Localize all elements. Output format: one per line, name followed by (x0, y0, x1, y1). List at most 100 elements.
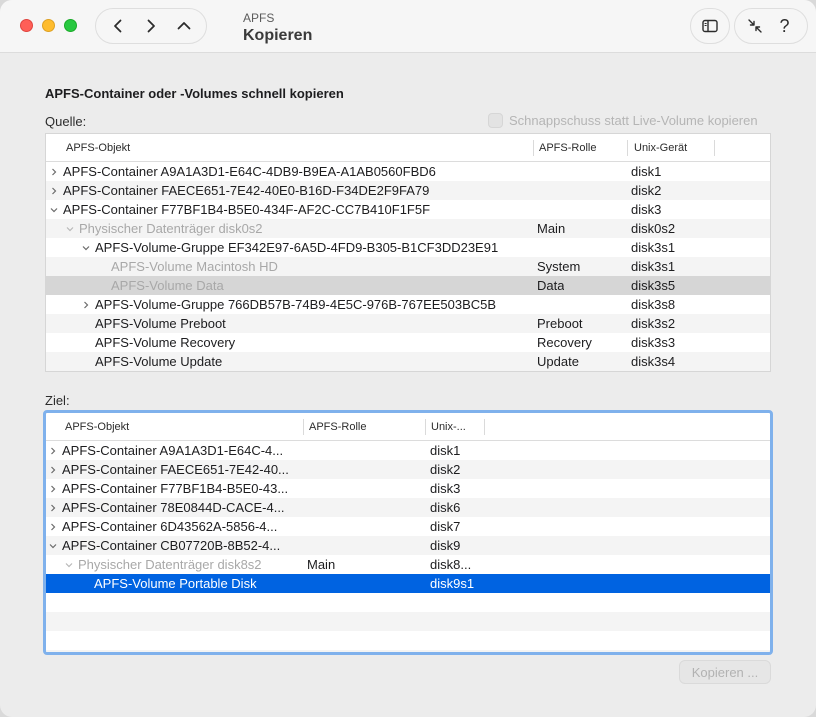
chevron-up-icon (177, 22, 191, 30)
object-name: APFS-Volume Data (111, 278, 224, 293)
close-window-button[interactable] (20, 19, 33, 32)
column-header-object[interactable]: APFS-Objekt (65, 421, 129, 433)
minimize-window-button[interactable] (42, 19, 55, 32)
object-device: disk6 (430, 500, 461, 515)
table-row[interactable]: APFS-Volume Update Update disk3s4 (46, 352, 770, 371)
zoom-window-button[interactable] (64, 19, 77, 32)
chevron-down-icon[interactable] (48, 536, 58, 555)
object-device: disk3 (430, 481, 461, 496)
target-table[interactable]: APFS-Objekt APFS-Rolle Unix-... APFS-Con… (43, 410, 773, 655)
snapshot-option[interactable]: Schnappschuss statt Live-Volume kopieren (488, 113, 758, 128)
table-row[interactable]: APFS-Container 6D43562A-5856-4... disk7 (46, 517, 770, 536)
object-name: APFS-Volume Recovery (95, 335, 236, 350)
object-device: disk3s3 (631, 335, 676, 350)
object-name: APFS-Container 78E0844D-CACE-4... (62, 500, 285, 515)
table-row-empty (46, 593, 770, 612)
column-separator (484, 419, 485, 435)
table-row[interactable]: Physischer Datenträger disk8s2 Main disk… (46, 555, 770, 574)
object-name: APFS-Volume Portable Disk (94, 576, 257, 591)
object-device: disk9 (430, 538, 461, 553)
column-separator (533, 140, 534, 156)
column-separator (627, 140, 628, 156)
table-row[interactable]: APFS-Container F77BF1B4-B5E0-43... disk3 (46, 479, 770, 498)
object-name: APFS-Volume-Gruppe 766DB57B-74B9-4E5C-97… (95, 297, 497, 312)
object-device: disk8... (430, 557, 472, 572)
chevron-right-icon[interactable] (48, 498, 58, 517)
chevron-down-icon[interactable] (64, 555, 74, 574)
chevron-down-icon[interactable] (65, 219, 75, 238)
copy-button[interactable]: Kopieren ... (679, 660, 771, 684)
chevron-right-icon[interactable] (48, 479, 58, 498)
object-device: disk3s4 (631, 354, 676, 369)
window-title: Kopieren (243, 27, 313, 44)
chevron-down-icon[interactable] (49, 200, 59, 219)
table-row[interactable]: APFS-Volume Macintosh HD System disk3s1 (46, 257, 770, 276)
column-header-device[interactable]: Unix-... (431, 421, 466, 433)
table-row[interactable]: APFS-Container F77BF1B4-B5E0-434F-AF2C-C… (46, 200, 770, 219)
table-row[interactable]: APFS-Volume-Gruppe EF342E97-6A5D-4FD9-B3… (46, 238, 770, 257)
column-header-role[interactable]: APFS-Rolle (539, 142, 596, 154)
source-table-header: APFS-Objekt APFS-Rolle Unix-Gerät (46, 134, 770, 162)
table-row[interactable]: APFS-Container FAECE651-7E42-40... disk2 (46, 460, 770, 479)
chevron-right-icon[interactable] (48, 460, 58, 479)
chevron-right-icon[interactable] (48, 517, 58, 536)
column-separator (714, 140, 715, 156)
object-role: Preboot (537, 316, 583, 331)
object-name: APFS-Container 6D43562A-5856-4... (62, 519, 278, 534)
table-row[interactable]: Physischer Datenträger disk0s2 Main disk… (46, 219, 770, 238)
table-row[interactable]: APFS-Container 78E0844D-CACE-4... disk6 (46, 498, 770, 517)
table-row[interactable]: APFS-Container A9A1A3D1-E64C-4... disk1 (46, 441, 770, 460)
source-table[interactable]: APFS-Objekt APFS-Rolle Unix-Gerät APFS-C… (45, 133, 771, 372)
column-separator (303, 419, 304, 435)
snapshot-checkbox[interactable] (488, 113, 503, 128)
back-button[interactable] (104, 12, 132, 40)
object-device: disk0s2 (631, 221, 676, 236)
table-row[interactable]: APFS-Volume-Gruppe 766DB57B-74B9-4E5C-97… (46, 295, 770, 314)
table-row[interactable]: APFS-Container A9A1A3D1-E64C-4DB9-B9EA-A… (46, 162, 770, 181)
chevron-right-icon[interactable] (48, 441, 58, 460)
help-button[interactable]: ? (773, 16, 797, 37)
snapshot-checkbox-label: Schnappschuss statt Live-Volume kopieren (509, 113, 758, 128)
table-row-selected[interactable]: APFS-Volume Portable Disk disk9s1 (46, 574, 770, 593)
table-row[interactable]: APFS-Container FAECE651-7E42-40E0-B16D-F… (46, 181, 770, 200)
object-name: APFS-Container F77BF1B4-B5E0-43... (62, 481, 289, 496)
column-header-device[interactable]: Unix-Gerät (634, 142, 687, 154)
chevron-right-icon[interactable] (49, 162, 59, 181)
object-device: disk7 (430, 519, 461, 534)
chevron-right-icon (147, 19, 155, 33)
forward-button[interactable] (137, 12, 165, 40)
window-title-area: APFS Kopieren (243, 11, 312, 47)
object-role: Main (307, 557, 336, 572)
column-header-object[interactable]: APFS-Objekt (66, 142, 130, 154)
object-name: Physischer Datenträger disk0s2 (79, 221, 263, 236)
object-name: APFS-Container A9A1A3D1-E64C-4... (62, 443, 284, 458)
table-row[interactable]: APFS-Container CB07720B-8B52-4... disk9 (46, 536, 770, 555)
object-role: Data (537, 278, 565, 293)
table-row[interactable]: APFS-Volume Preboot Preboot disk3s2 (46, 314, 770, 333)
chevron-right-icon[interactable] (81, 295, 91, 314)
table-row-highlighted[interactable]: APFS-Volume Data Data disk3s5 (46, 276, 770, 295)
object-device: disk3s1 (631, 259, 676, 274)
object-name: APFS-Container FAECE651-7E42-40... (62, 462, 289, 477)
object-name: APFS-Container A9A1A3D1-E64C-4DB9-B9EA-A… (63, 164, 436, 179)
source-label: Quelle: (45, 114, 87, 129)
object-device: disk3s5 (631, 278, 676, 293)
object-name: APFS-Volume Macintosh HD (111, 259, 278, 274)
object-role: Update (537, 354, 579, 369)
column-header-role[interactable]: APFS-Rolle (309, 421, 366, 433)
target-table-header: APFS-Objekt APFS-Rolle Unix-... (46, 413, 770, 441)
source-table-body: APFS-Container A9A1A3D1-E64C-4DB9-B9EA-A… (46, 162, 770, 371)
collapse-button[interactable] (746, 17, 764, 35)
table-row[interactable]: APFS-Volume Recovery Recovery disk3s3 (46, 333, 770, 352)
title-bar: APFS Kopieren ? (0, 0, 816, 53)
object-name: APFS-Volume Preboot (95, 316, 226, 331)
chevron-left-icon (114, 19, 122, 33)
chevron-down-icon[interactable] (81, 238, 91, 257)
object-role: Main (537, 221, 566, 236)
sidebar-toggle-button[interactable] (690, 8, 730, 44)
target-label: Ziel: (45, 393, 70, 408)
chevron-right-icon[interactable] (49, 181, 59, 200)
object-role: System (537, 259, 581, 274)
up-button[interactable] (170, 12, 198, 40)
object-name: APFS-Container F77BF1B4-B5E0-434F-AF2C-C… (63, 202, 431, 217)
